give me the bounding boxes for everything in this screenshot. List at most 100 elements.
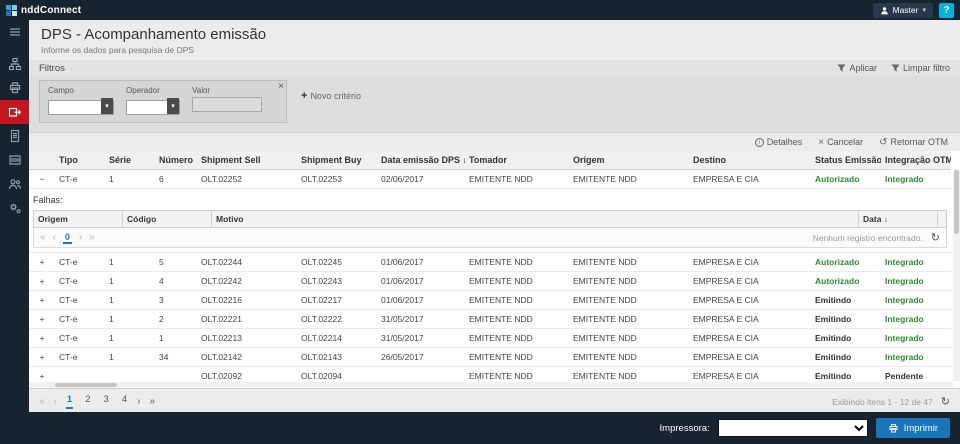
horizontal-scrollbar-thumb[interactable] [55, 383, 117, 387]
hamburger-icon [9, 28, 20, 36]
table-row: + CT-e 1 34 OLT.02142 OLT.02143 26/05/2017 EMIT… [29, 347, 951, 367]
horizontal-scrollbar[interactable] [29, 382, 953, 388]
cell-data-emissao-dps: 26/05/2017 [377, 347, 465, 367]
app-root: nddConnect Master ▾ ? DPS - Acompanhamen… [0, 0, 960, 444]
header-data-emissao-dps[interactable]: Data emissão DPS ↓ [377, 151, 465, 170]
brand[interactable]: nddConnect [6, 4, 82, 16]
header-destino[interactable]: Destino [689, 151, 811, 170]
falhas-header-data[interactable]: Data ↓ [858, 210, 938, 228]
cell-tipo: CT-e [55, 169, 105, 189]
cell-data-emissao-dps: 01/06/2017 [377, 290, 465, 310]
page-4-button[interactable]: 4 [121, 394, 128, 409]
page-2-button[interactable]: 2 [84, 394, 91, 409]
cell-serie: 1 [105, 169, 155, 189]
cell-serie: 1 [105, 271, 155, 291]
print-button[interactable]: Imprimir [875, 418, 950, 438]
sidebar-item-users[interactable] [0, 172, 29, 196]
page-3-button[interactable]: 3 [103, 394, 110, 409]
first-page-button[interactable]: « [39, 396, 45, 407]
printer-icon [9, 82, 20, 94]
header-tomador[interactable]: Tomador [465, 151, 569, 170]
expand-row-button[interactable]: + [29, 309, 55, 329]
falhas-first-page-button[interactable]: « [40, 232, 46, 243]
falhas-last-page-button[interactable]: » [89, 232, 95, 243]
document-icon [10, 129, 19, 143]
expand-row-button[interactable]: + [29, 328, 55, 348]
pagination-summary-area: Exibindo itens 1 - 12 de 47 ↻ [832, 395, 950, 408]
header-shipment-buy[interactable]: Shipment Buy [297, 151, 377, 170]
cell-numero: 4 [155, 271, 197, 291]
cell-status-emissao: Emitindo [811, 309, 881, 329]
cell-tomador: EMITENTE NDD [465, 328, 569, 348]
results-grid: Tipo Série Número Shipment Sell Shipment… [29, 151, 960, 389]
falhas-current-page[interactable]: 0 [62, 232, 72, 244]
expand-row-button[interactable]: + [29, 271, 55, 291]
falhas-header-origem[interactable]: Origem [33, 210, 123, 228]
sidebar-item-settings[interactable] [0, 196, 29, 220]
page-1-button[interactable]: 1 [65, 394, 74, 409]
cell-status-emissao: Emitindo [811, 328, 881, 348]
falhas-header-codigo[interactable]: Código [122, 210, 212, 228]
brand-name: nddConnect [21, 4, 82, 16]
sidebar-item-documents[interactable] [0, 124, 29, 148]
prev-page-button[interactable]: ‹ [54, 396, 57, 407]
funnel-clear-icon [891, 64, 900, 72]
page-subtitle: Informe os dados para pesquisa de DPS [41, 45, 195, 55]
remove-criterion-button[interactable]: × [278, 81, 284, 92]
sidebar-item-modules[interactable] [0, 52, 29, 76]
apply-filter-button[interactable]: Aplicar [837, 63, 877, 73]
cell-integracao-otm: Integrado [881, 290, 951, 310]
cell-status-emissao: Autorizado [811, 169, 881, 189]
expand-row-button[interactable]: + [29, 290, 55, 310]
cell-shipment-sell: OLT.02242 [197, 271, 297, 291]
filters-title: Filtros [39, 62, 65, 74]
header-integracao-otm[interactable]: Integração OTM [881, 151, 951, 170]
printer-select[interactable] [717, 419, 868, 437]
clear-filter-button[interactable]: Limpar filtro [891, 63, 950, 73]
sidebar-item-dps-emission[interactable] [0, 100, 29, 124]
cell-integracao-otm: Integrado [881, 309, 951, 329]
cell-numero: 6 [155, 169, 197, 189]
new-criterion-button[interactable]: + Novo critério [301, 90, 361, 102]
refresh-icon[interactable]: ↻ [941, 395, 950, 408]
operador-field: Operador [126, 86, 180, 115]
sidebar-item-reports[interactable] [0, 148, 29, 172]
header-numero[interactable]: Número [155, 151, 197, 170]
header-tipo[interactable]: Tipo [55, 151, 105, 170]
cell-status-emissao: Emitindo [811, 347, 881, 367]
campo-label: Campo [48, 86, 74, 95]
collapse-row-button[interactable]: − [29, 169, 55, 189]
vertical-scrollbar[interactable] [953, 169, 960, 381]
falhas-header-motivo[interactable]: Motivo [211, 210, 859, 228]
details-button[interactable]: i Detalhes [754, 137, 802, 147]
valor-input[interactable] [192, 97, 262, 112]
header-serie[interactable]: Série [105, 151, 155, 170]
falhas-prev-page-button[interactable]: ‹ [53, 232, 56, 243]
header-origem[interactable]: Origem [569, 151, 689, 170]
cell-destino: EMPRESA E CIA [689, 309, 811, 329]
menu-toggle-button[interactable] [0, 20, 29, 44]
user-menu-button[interactable]: Master ▾ [872, 2, 933, 18]
filters-panel: Filtros Aplicar Limpar filtro × Campo ▾ … [29, 60, 960, 133]
next-page-button[interactable]: › [137, 396, 140, 407]
expand-row-button[interactable]: + [29, 252, 55, 272]
campo-select[interactable] [48, 99, 114, 115]
cell-destino: EMPRESA E CIA [689, 271, 811, 291]
vertical-scrollbar-thumb[interactable] [954, 170, 959, 234]
last-page-button[interactable]: » [149, 396, 155, 407]
cell-shipment-sell: OLT.02252 [197, 169, 297, 189]
cell-data-emissao-dps: 31/05/2017 [377, 309, 465, 329]
return-otm-button[interactable]: ↺ Retornar OTM [879, 137, 948, 147]
filters-header: Filtros Aplicar Limpar filtro [29, 60, 960, 76]
falhas-next-page-button[interactable]: › [79, 232, 82, 243]
export-icon [8, 107, 21, 117]
cancel-button[interactable]: × Cancelar [818, 137, 863, 147]
sidebar-item-print[interactable] [0, 76, 29, 100]
valor-label: Valor [192, 86, 211, 95]
header-shipment-sell[interactable]: Shipment Sell [197, 151, 297, 170]
help-button[interactable]: ? [939, 2, 954, 18]
operador-select[interactable] [126, 99, 180, 115]
falhas-refresh-icon[interactable]: ↻ [931, 231, 940, 244]
header-status-emissao[interactable]: Status Emissão [811, 151, 881, 170]
expand-row-button[interactable]: + [29, 347, 55, 367]
